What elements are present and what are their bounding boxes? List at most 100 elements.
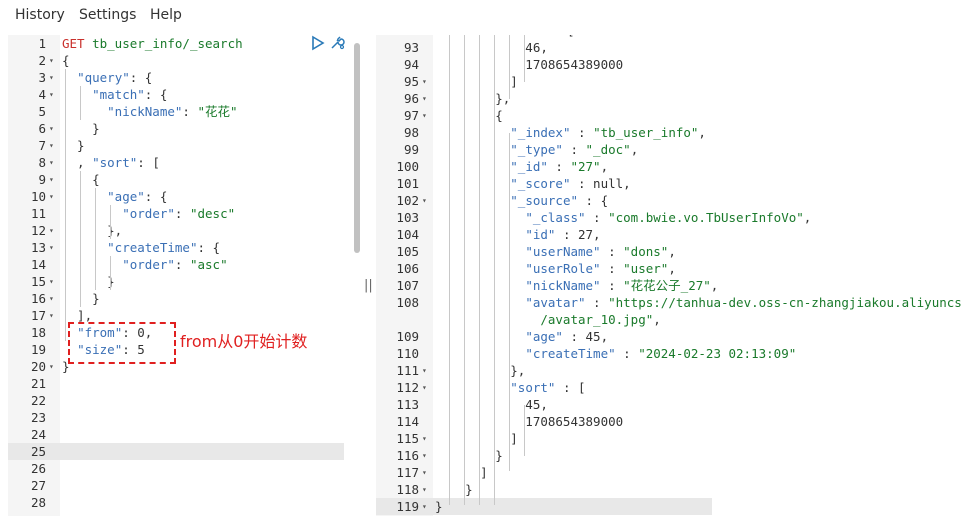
code-token: , — [62, 155, 93, 170]
indent-guide — [80, 86, 81, 120]
code-text: "match": { — [62, 86, 167, 103]
request-line: 6 ▾ } — [8, 120, 360, 137]
line-number: 5 — [38, 104, 46, 119]
fold-arrow-icon[interactable]: ▾ — [422, 464, 428, 481]
code-text: { — [435, 107, 503, 124]
fold-arrow-icon[interactable]: ▾ — [49, 120, 55, 137]
wrench-icon[interactable] — [329, 35, 345, 51]
request-line: 12 ▾ }, — [8, 222, 360, 239]
code-token: , — [653, 312, 661, 327]
fold-arrow-icon[interactable]: ▾ — [49, 137, 55, 154]
fold-arrow-icon[interactable]: ▾ — [422, 362, 428, 379]
request-line: 11 "order": "desc" — [8, 205, 360, 222]
fold-arrow-icon[interactable]: ▾ — [422, 379, 428, 396]
code-token: : [ — [555, 380, 586, 395]
code-token: : { — [197, 240, 221, 255]
request-line: 10 ▾ "age": { — [8, 188, 360, 205]
line-number: 21 — [30, 376, 46, 391]
menu-help[interactable]: Help — [150, 7, 182, 23]
request-line: 5 "nickName": "花花" — [8, 103, 360, 120]
line-number: 17 — [30, 308, 46, 323]
request-line: 26 — [8, 460, 360, 477]
request-line: 2 ▾ { — [8, 52, 360, 69]
indent-guide — [80, 171, 81, 307]
fold-arrow-icon[interactable]: ▾ — [422, 90, 428, 107]
code-token: : — [600, 261, 624, 276]
request-line: 1 GET tb_user_info/_search — [8, 35, 360, 52]
fold-arrow-icon[interactable]: ▾ — [49, 52, 55, 69]
line-number: 111 — [396, 363, 419, 378]
code-token: GET — [62, 36, 93, 51]
code-text: "userName" : "dons", — [435, 243, 676, 260]
code-token: "2024-02-23 02:13:09" — [638, 346, 797, 361]
line-number: 112 — [396, 380, 419, 395]
indent-guide — [509, 201, 510, 353]
play-icon[interactable] — [311, 35, 327, 51]
fold-arrow-icon[interactable]: ▾ — [49, 222, 55, 239]
line-number: 16 — [30, 291, 46, 306]
response-viewer: 93 46, 94 1708654389000 95 ▾ ] 96 ▾ }, 97 ▾ {98… — [376, 35, 961, 516]
request-scrollbar[interactable] — [354, 43, 360, 253]
resize-handle-icon[interactable]: || — [364, 278, 373, 293]
code-text: } — [62, 120, 100, 137]
code-token: "asc" — [189, 257, 228, 272]
line-number: 20 — [30, 359, 46, 374]
fold-arrow-icon[interactable]: ▾ — [422, 481, 428, 498]
fold-arrow-icon[interactable]: ▾ — [49, 358, 55, 375]
menu-history[interactable]: History — [15, 7, 65, 23]
line-number: 8 — [38, 155, 46, 170]
code-token: : — [585, 210, 609, 225]
fold-arrow-icon[interactable]: ▾ — [49, 188, 55, 205]
line-number: 119 — [396, 499, 419, 514]
code-text: "order": "asc" — [62, 256, 228, 273]
fold-arrow-icon[interactable]: ▾ — [49, 171, 55, 188]
fold-arrow-icon[interactable]: ▾ — [422, 447, 428, 464]
request-editor[interactable]: 1 GET tb_user_info/_search 2 ▾{3 ▾ "query": … — [8, 35, 360, 516]
line-number: 102 — [396, 193, 419, 208]
code-text: "order": "desc" — [62, 205, 235, 222]
fold-arrow-icon[interactable]: ▾ — [49, 154, 55, 171]
menu-settings[interactable]: Settings — [79, 7, 136, 23]
code-token: { — [435, 108, 503, 123]
line-number: 11 — [30, 206, 46, 221]
code-text: 45, — [435, 396, 548, 413]
code-text: } — [435, 498, 443, 515]
fold-arrow-icon[interactable]: ▾ — [422, 192, 428, 209]
fold-arrow-icon[interactable]: ▾ — [49, 290, 55, 307]
request-line: 20 ▾} — [8, 358, 360, 375]
line-number: 106 — [396, 261, 419, 276]
indent-guide — [110, 205, 111, 239]
menu-bar: History Settings Help — [0, 0, 961, 32]
fold-arrow-icon[interactable]: ▾ — [49, 307, 55, 324]
fold-arrow-icon[interactable]: ▾ — [422, 73, 428, 90]
line-number: 25 — [30, 444, 46, 459]
code-token: ], — [62, 308, 93, 323]
code-token: } — [62, 121, 100, 136]
indent-guide — [479, 35, 480, 505]
code-text: } — [62, 273, 115, 290]
request-line: 25 — [8, 443, 360, 460]
code-token: "user" — [623, 261, 669, 276]
fold-arrow-icon[interactable]: ▾ — [49, 239, 55, 256]
fold-arrow-icon[interactable]: ▾ — [49, 86, 55, 103]
code-token: "desc" — [189, 206, 236, 221]
line-number: 7 — [38, 138, 46, 153]
fold-arrow-icon[interactable]: ▾ — [49, 273, 55, 290]
fold-arrow-icon[interactable]: ▾ — [49, 69, 55, 86]
fold-arrow-icon[interactable]: ▾ — [422, 430, 428, 447]
line-number: 28 — [30, 495, 46, 510]
line-number: 115 — [396, 431, 419, 446]
request-line: 23 — [8, 409, 360, 426]
line-number: 12 — [30, 223, 46, 238]
code-token: : — [562, 142, 586, 157]
fold-arrow-icon[interactable]: ▾ — [422, 498, 428, 515]
code-token: "https://tanhua-dev.oss-cn-zhangjiakou.a… — [608, 295, 961, 310]
line-number: 26 — [30, 461, 46, 476]
fold-arrow-icon[interactable]: ▾ — [422, 107, 428, 124]
